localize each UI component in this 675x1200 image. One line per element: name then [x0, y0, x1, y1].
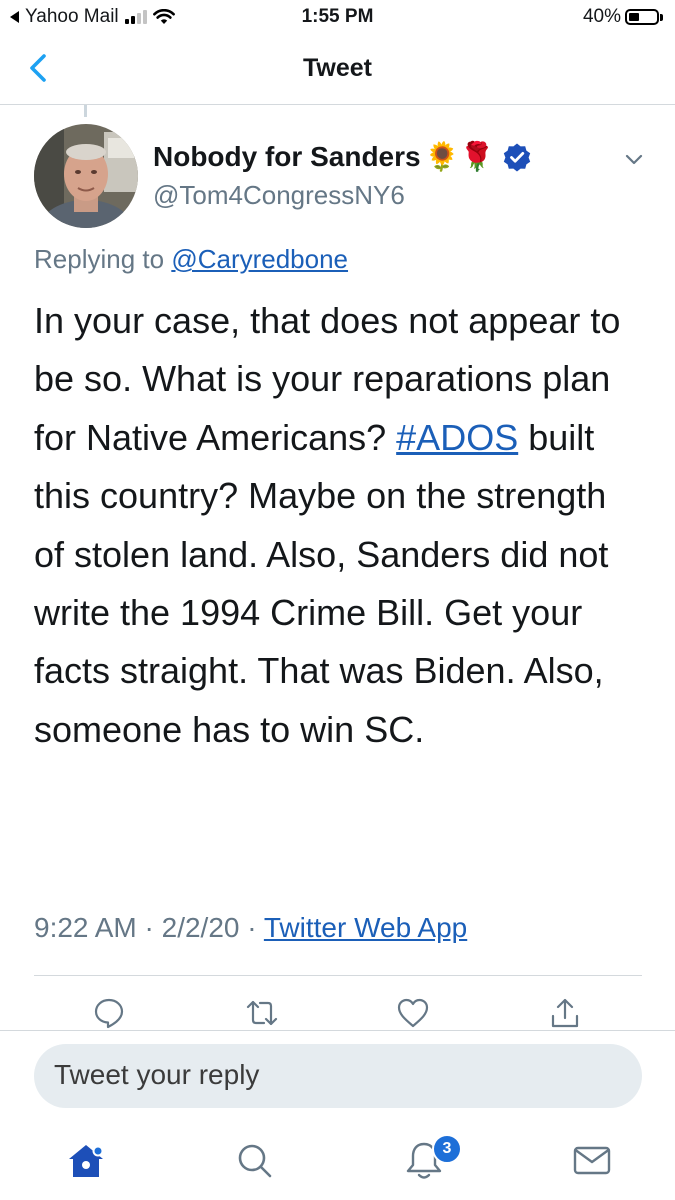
replying-to-link[interactable]: @Caryredbone — [171, 244, 348, 274]
battery-indicator: 40% — [583, 6, 663, 28]
tab-bar — [0, 1120, 675, 1200]
battery-fill — [629, 13, 639, 21]
reply-placeholder: Tweet your reply — [54, 1059, 260, 1090]
divider — [34, 975, 642, 976]
avatar-photo — [34, 124, 138, 228]
page-title: Tweet — [303, 54, 372, 82]
comment-icon[interactable] — [92, 996, 126, 1030]
thread-connector — [84, 105, 87, 117]
tweet-text: In your case, that does not appear to be… — [34, 292, 644, 759]
name-emojis: 🌻🌹 — [424, 141, 495, 172]
share-icon[interactable] — [548, 996, 582, 1030]
retweet-icon[interactable] — [245, 996, 279, 1030]
messages-icon[interactable] — [570, 1138, 614, 1182]
home-icon[interactable] — [64, 1138, 108, 1182]
like-icon[interactable] — [396, 996, 430, 1030]
display-name-text: Nobody for Sanders — [153, 140, 421, 172]
status-time: 1:55 PM — [301, 6, 374, 27]
notifications-badge: 3 — [432, 1134, 462, 1164]
status-bar: Yahoo Mail 1:55 PM 40% — [0, 0, 675, 36]
replying-to: Replying to @Caryredbone — [34, 244, 348, 275]
tweet-time: 9:22 AM — [34, 912, 137, 943]
user-handle[interactable]: @Tom4CongressNY6 — [153, 180, 405, 211]
battery-icon — [625, 9, 659, 25]
chevron-down-icon[interactable] — [622, 148, 646, 172]
verified-badge-icon — [504, 143, 531, 171]
search-icon[interactable] — [232, 1138, 276, 1182]
tweet-date: 2/2/20 — [161, 912, 240, 943]
tweet-actions — [0, 996, 675, 1032]
reply-input[interactable]: Tweet your reply — [34, 1044, 642, 1108]
tweet-meta: 9:22 AM · 2/2/20 · Twitter Web App — [34, 912, 467, 944]
nav-bar: Tweet — [0, 36, 675, 105]
divider — [0, 1030, 675, 1031]
avatar[interactable] — [34, 124, 138, 228]
hashtag-link[interactable]: #ADOS — [396, 417, 518, 458]
display-name[interactable]: Nobody for Sanders 🌻🌹 — [153, 140, 532, 173]
replying-to-label: Replying to — [34, 244, 165, 274]
battery-percent: 40% — [582, 6, 621, 27]
tweet-source-link[interactable]: Twitter Web App — [264, 912, 467, 943]
meta-separator: · — [144, 912, 154, 943]
meta-separator: · — [247, 912, 257, 943]
tweet-detail-screen: Yahoo Mail 1:55 PM 40% Tweet Nobody for … — [0, 0, 675, 1200]
battery-nub — [660, 13, 663, 21]
tweet-text-part-2: built this country? Maybe on the strengt… — [34, 416, 609, 750]
